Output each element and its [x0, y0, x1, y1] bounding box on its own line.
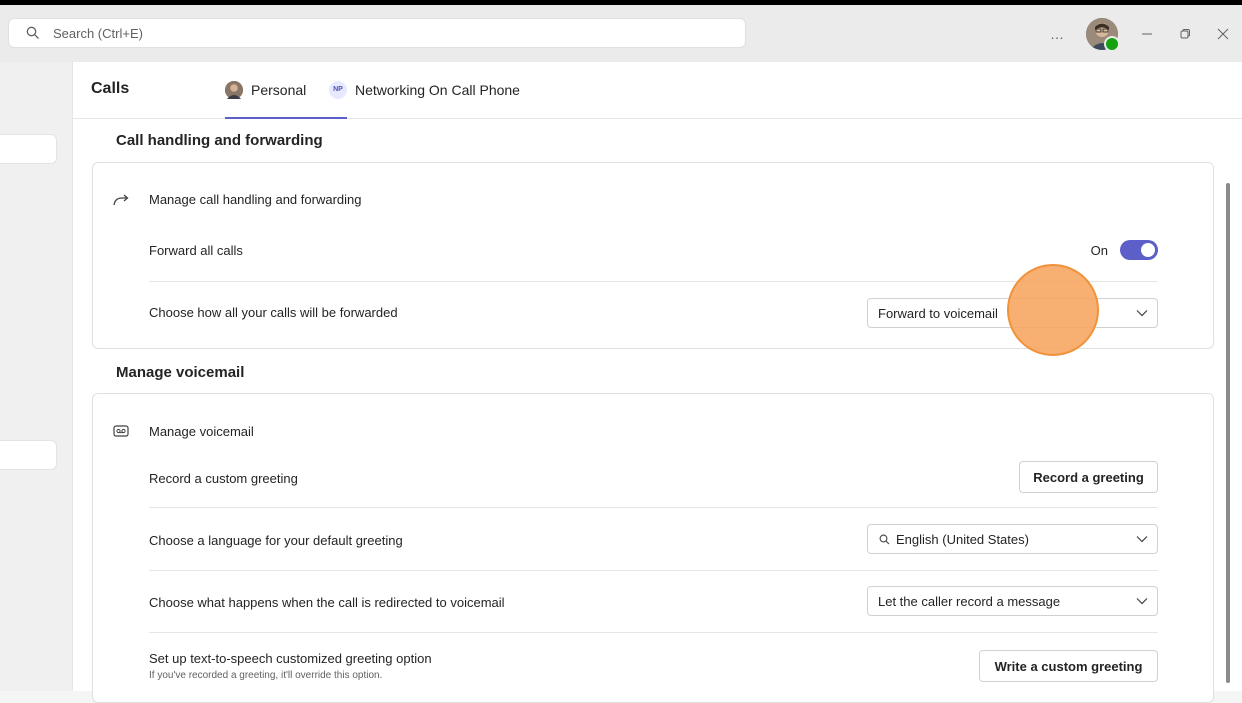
- card-header-label: Manage call handling and forwarding: [149, 192, 362, 207]
- toggle-state-label: On: [1090, 242, 1108, 258]
- redirect-action-dropdown[interactable]: Let the caller record a message: [867, 586, 1158, 616]
- divider: [149, 507, 1158, 508]
- more-options-button[interactable]: …: [1038, 15, 1076, 53]
- forward-how-label: Choose how all your calls will be forwar…: [149, 305, 398, 320]
- top-edge: [0, 0, 1242, 5]
- dropdown-value: Let the caller record a message: [878, 593, 1061, 609]
- record-greeting-button[interactable]: Record a greeting: [1019, 461, 1158, 493]
- search-input[interactable]: Search (Ctrl+E): [53, 26, 143, 41]
- window-controls: …: [1038, 14, 1242, 54]
- forward-arrow-icon: [111, 190, 131, 210]
- redirect-label: Choose what happens when the call is red…: [149, 595, 505, 610]
- tab-label: Networking On Call Phone: [355, 82, 520, 98]
- tts-label: Set up text-to-speech customized greetin…: [149, 651, 432, 666]
- np-avatar: NP: [329, 81, 347, 99]
- dropdown-value: English (United States): [896, 531, 1029, 547]
- card-header-label: Manage voicemail: [149, 424, 254, 439]
- section-title-call-handling: Call handling and forwarding: [116, 132, 323, 149]
- divider: [149, 632, 1158, 633]
- forward-all-label: Forward all calls: [149, 243, 243, 258]
- presence-available-icon: [1104, 36, 1120, 52]
- profile-avatar[interactable]: [1086, 18, 1120, 52]
- divider: [149, 281, 1158, 282]
- language-label: Choose a language for your default greet…: [149, 533, 403, 548]
- click-highlight-marker: [1007, 264, 1099, 356]
- calls-header: Calls Personal NP Networking On Call Pho…: [73, 62, 1242, 119]
- toggle-switch[interactable]: [1120, 240, 1158, 260]
- voicemail-card: Manage voicemail Record a custom greetin…: [92, 393, 1214, 703]
- forward-all-toggle[interactable]: On: [1091, 240, 1158, 260]
- search-icon: [23, 23, 43, 43]
- minimize-button[interactable]: [1128, 15, 1166, 53]
- tab-networking-on-call-phone[interactable]: NP Networking On Call Phone: [329, 62, 520, 118]
- restore-button[interactable]: [1166, 15, 1204, 53]
- language-dropdown[interactable]: English (United States): [867, 524, 1158, 554]
- page-title: Calls: [91, 80, 130, 97]
- search-icon: [876, 534, 892, 545]
- chevron-down-icon: [1127, 587, 1157, 615]
- divider: [149, 570, 1158, 571]
- chevron-down-icon: [1127, 299, 1157, 327]
- tab-label: Personal: [251, 82, 307, 98]
- voicemail-icon: [111, 421, 131, 441]
- chevron-down-icon: [1127, 525, 1157, 553]
- close-button[interactable]: [1204, 15, 1242, 53]
- scrollbar-thumb[interactable]: [1226, 183, 1230, 683]
- search-box[interactable]: Search (Ctrl+E): [8, 18, 746, 48]
- section-title-voicemail: Manage voicemail: [116, 364, 245, 381]
- write-custom-greeting-button[interactable]: Write a custom greeting: [979, 650, 1158, 682]
- record-greeting-label: Record a custom greeting: [149, 471, 298, 486]
- tts-sublabel: If you've recorded a greeting, it'll ove…: [149, 670, 383, 681]
- title-bar: Search (Ctrl+E) …: [0, 0, 1242, 62]
- nav-item-placeholder[interactable]: [0, 134, 57, 164]
- personal-avatar: [225, 81, 243, 99]
- nav-item-placeholder[interactable]: [0, 440, 57, 470]
- toggle-knob: [1141, 243, 1155, 257]
- left-panel: [0, 62, 73, 691]
